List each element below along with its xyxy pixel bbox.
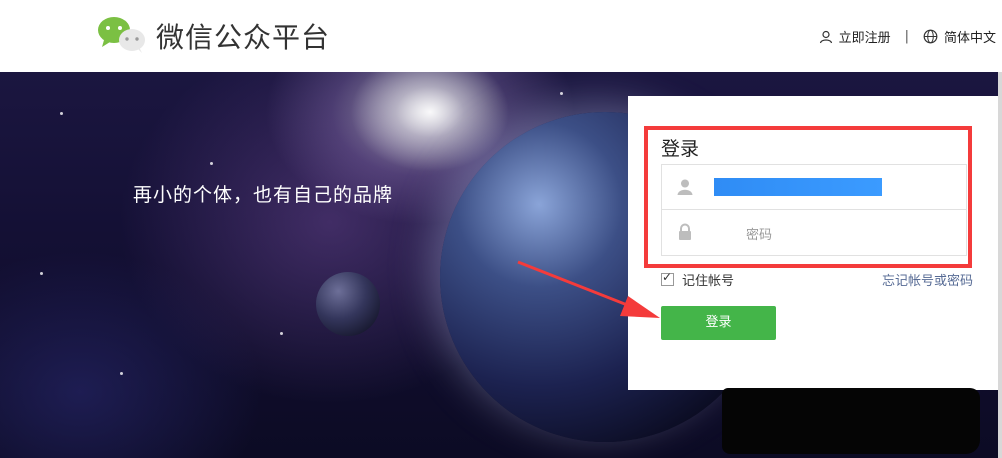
language-label: 简体中文 [943,31,996,46]
register-link[interactable]: 立即注册 [819,27,891,46]
star [210,162,213,165]
planet-small-image [316,272,380,336]
top-header: 微信公众平台 立即注册 | 简体中文 [0,0,1002,72]
redaction-scribble [722,388,980,454]
star [60,112,63,115]
login-button[interactable]: 登录 [661,306,776,340]
language-selector[interactable]: 简体中文 [923,27,996,46]
header-separator: | [904,29,909,44]
wechat-logo-icon[interactable] [96,14,148,54]
user-icon [819,30,832,43]
annotation-highlight-box [644,126,972,268]
remember-account[interactable]: 记住帐号 [661,270,734,289]
star [120,372,123,375]
brand-title: 微信公众平台 [156,21,331,54]
globe-icon [923,29,938,44]
light-flare [350,72,510,172]
register-label: 立即注册 [838,31,891,46]
right-edge-border [998,72,1002,458]
remember-label: 记住帐号 [682,274,735,289]
star [560,92,563,95]
forgot-password-link[interactable]: 忘记帐号或密码 [882,270,973,289]
check-icon[interactable] [661,270,674,286]
star [280,332,283,335]
header-links: 立即注册 | 简体中文 [819,27,996,46]
star [40,272,43,275]
banner-slogan: 再小的个体，也有自己的品牌 [133,184,394,206]
